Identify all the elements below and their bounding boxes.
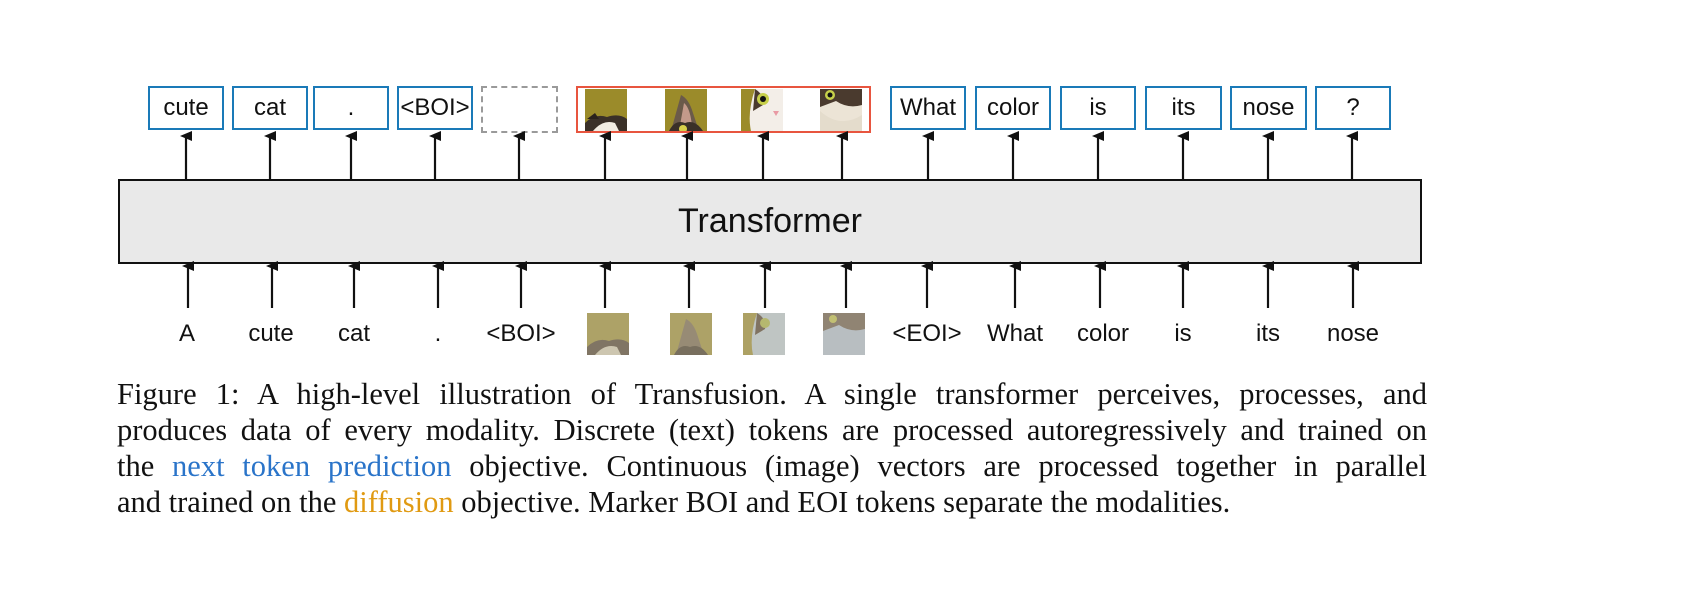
input-noisy-cat-patch-4	[823, 313, 865, 355]
caption-text: objective. Continuous (image) vectors ar…	[451, 449, 1427, 483]
caption-text: objective. Marker BOI and EOI tokens sep…	[453, 485, 1231, 519]
input-token-boi: <BOI>	[486, 320, 556, 347]
caption-line-2: produces data of every modality. Discret…	[117, 413, 1427, 447]
caption-line-3: the next token prediction objective. Con…	[117, 448, 1427, 484]
next-token-prediction-term: next token prediction	[172, 449, 452, 483]
output-arrows	[180, 131, 1358, 180]
caption-text: the	[117, 449, 173, 483]
input-token-what: What	[986, 320, 1044, 347]
input-token-a: A	[178, 320, 196, 347]
input-noisy-cat-patch-2	[670, 313, 712, 355]
diffusion-term: diffusion	[343, 485, 454, 519]
input-token-nose: nose	[1326, 320, 1380, 347]
input-token-cute: cute	[248, 320, 294, 347]
input-token-its: its	[1256, 320, 1280, 347]
caption-text: and trained on the	[117, 485, 344, 519]
input-token-color: color	[1076, 320, 1130, 347]
input-token-eoi: <EOI>	[892, 320, 962, 347]
input-token-is: is	[1174, 320, 1192, 347]
figure-caption: Figure 1: A high-level illustration of T…	[117, 376, 1427, 520]
input-token-period: .	[434, 320, 442, 347]
input-token-cat: cat	[337, 320, 371, 347]
caption-line-1: Figure 1: A high-level illustration of T…	[117, 377, 1427, 411]
caption-line-4: and trained on the diffusion objective. …	[117, 484, 1427, 520]
input-noisy-cat-patch-3	[743, 313, 785, 355]
input-noisy-cat-patch-1	[587, 313, 629, 355]
input-arrows	[182, 261, 1359, 308]
